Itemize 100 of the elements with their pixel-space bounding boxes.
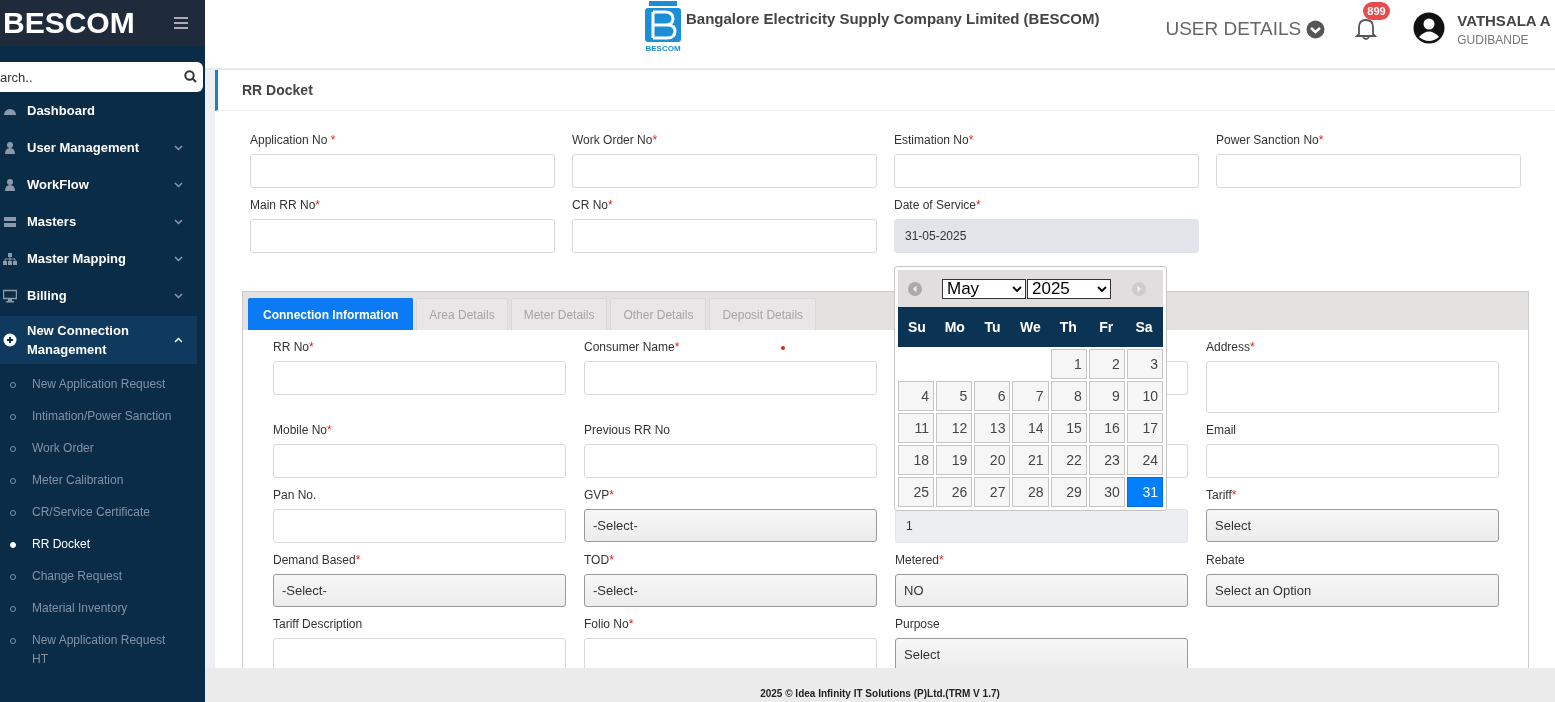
submenu-item[interactable]: Intimation/Power Sanction [0, 400, 205, 432]
calendar-day[interactable]: 22 [1050, 445, 1087, 475]
calendar-day[interactable]: 29 [1050, 477, 1087, 507]
input-field[interactable] [1216, 154, 1521, 188]
sidebar-item[interactable]: Billing [0, 277, 205, 314]
sidebar-item[interactable]: User Management [0, 129, 205, 166]
calendar-day[interactable]: 2 [1088, 349, 1125, 379]
sidebar-item[interactable]: Master Mapping [0, 240, 205, 277]
submenu-item[interactable]: RR Docket [0, 528, 205, 560]
avatar-icon[interactable] [1413, 12, 1446, 44]
field-label: Work Order No* [572, 133, 659, 147]
submenu-item[interactable]: Material Inventory [0, 592, 205, 624]
input-field[interactable] [584, 361, 877, 395]
calendar-day[interactable]: 11 [898, 413, 935, 443]
calendar-day[interactable]: 27 [974, 477, 1011, 507]
calendar-day[interactable]: 1 [1050, 349, 1087, 379]
field-label: CR No* [572, 198, 614, 212]
field-label: Power Sanction No* [1216, 133, 1325, 147]
calendar-day[interactable]: 8 [1050, 381, 1087, 411]
chevron-circle-icon [1306, 19, 1326, 39]
sidebar-item[interactable]: Masters [0, 203, 205, 240]
sidebar-item[interactable]: Dashboard [0, 92, 205, 129]
submenu-item[interactable]: Meter Calibration [0, 464, 205, 496]
field-label: Estimation No* [894, 133, 975, 147]
chevron-icon [174, 144, 183, 151]
calendar-day[interactable]: 20 [974, 445, 1011, 475]
select-field[interactable]: Select [1206, 509, 1499, 542]
submenu-item[interactable]: New Application Request [0, 368, 205, 400]
user-icon [3, 140, 17, 155]
chevron-icon [174, 218, 183, 225]
input-field[interactable] [273, 361, 566, 395]
search-field[interactable]: arch.. [0, 62, 203, 92]
bell-icon[interactable] [1355, 16, 1378, 40]
page-title: RR Docket [215, 70, 1555, 111]
previous-icon[interactable] [908, 282, 922, 296]
calendar-day[interactable]: 6 [974, 381, 1011, 411]
input-field[interactable] [572, 219, 877, 253]
menu-icon[interactable] [174, 17, 188, 29]
select-field[interactable]: -Select- [584, 574, 877, 607]
input-field[interactable] [250, 154, 555, 188]
input-field[interactable] [584, 444, 877, 478]
field-label: Date of Service* [894, 198, 982, 212]
calendar-day[interactable]: 19 [936, 445, 973, 475]
calendar-day[interactable]: 7 [1012, 381, 1049, 411]
calendar-day[interactable]: 15 [1050, 413, 1087, 443]
input-field[interactable] [572, 154, 877, 188]
calendar-day[interactable]: 25 [898, 477, 935, 507]
submenu-item[interactable]: Change Request [0, 560, 205, 592]
submenu-item[interactable]: CR/Service Certificate [0, 496, 205, 528]
sidebar-item[interactable]: New Connection Management [0, 316, 197, 364]
input-field[interactable] [273, 444, 566, 478]
select-field[interactable]: NO [895, 574, 1188, 607]
select-field[interactable]: Select an Option [1206, 574, 1499, 607]
input-field[interactable] [250, 219, 555, 253]
input-field[interactable] [273, 638, 566, 668]
calendar-day[interactable]: 18 [898, 445, 935, 475]
chevron-icon [174, 292, 183, 299]
input-field[interactable] [1206, 444, 1499, 478]
submenu-item[interactable]: Work Order [0, 432, 205, 464]
input-field[interactable] [273, 509, 566, 543]
calendar-day[interactable]: 23 [1088, 445, 1125, 475]
calendar-day[interactable]: 24 [1126, 445, 1163, 475]
calendar-day[interactable]: 10 [1126, 381, 1163, 411]
calendar-day[interactable]: 14 [1012, 413, 1049, 443]
calendar-day[interactable]: 21 [1012, 445, 1049, 475]
company-name: Bangalore Electricity Supply Company Limited (BESCOM) [686, 10, 1100, 27]
calendar-day[interactable]: 17 [1126, 413, 1163, 443]
sidebar-item[interactable]: WorkFlow [0, 166, 205, 203]
textarea-field[interactable] [1206, 361, 1499, 413]
submenu-item[interactable]: New Application Request HT [0, 624, 205, 675]
select-field[interactable]: -Select- [273, 574, 566, 607]
field-label: Demand Based* [273, 553, 361, 567]
weekday-label: Th [1058, 319, 1078, 335]
plus-icon [3, 333, 17, 347]
field-label: Mobile No* [273, 423, 332, 437]
calendar-day[interactable]: 13 [974, 413, 1011, 443]
calendar-day[interactable]: 30 [1088, 477, 1125, 507]
select-field[interactable]: Select [895, 638, 1188, 668]
month-select[interactable]: May [942, 279, 1026, 299]
input-field[interactable] [584, 638, 877, 668]
footer-text: 2025 © Idea Infinity IT Solutions (P)Ltd.(TRM V 1.7) [760, 688, 1000, 699]
field-label: Application No * [250, 133, 337, 147]
calendar-day[interactable]: 28 [1012, 477, 1049, 507]
field-label: RR No* [273, 340, 314, 354]
calendar-day[interactable]: 5 [936, 381, 973, 411]
next-icon[interactable] [1132, 282, 1146, 296]
calendar-day[interactable]: 3 [1126, 349, 1163, 379]
calendar-day[interactable]: 16 [1088, 413, 1125, 443]
calendar-day[interactable]: 31 [1126, 477, 1163, 507]
user-details-dropdown[interactable]: USER DETAILS [1165, 18, 1326, 40]
tab[interactable]: Connection Information [248, 298, 414, 330]
calendar-day[interactable]: 12 [936, 413, 973, 443]
calendar-day[interactable]: 9 [1088, 381, 1125, 411]
year-select[interactable]: 2025 [1027, 279, 1111, 299]
calendar-day[interactable]: 4 [898, 381, 935, 411]
weekday-label: Fr [1098, 319, 1115, 335]
calendar-day[interactable]: 26 [936, 477, 973, 507]
select-field[interactable]: -Select- [584, 509, 877, 542]
brand-logo-text: BESCOM [3, 6, 135, 40]
input-field[interactable] [894, 154, 1199, 188]
